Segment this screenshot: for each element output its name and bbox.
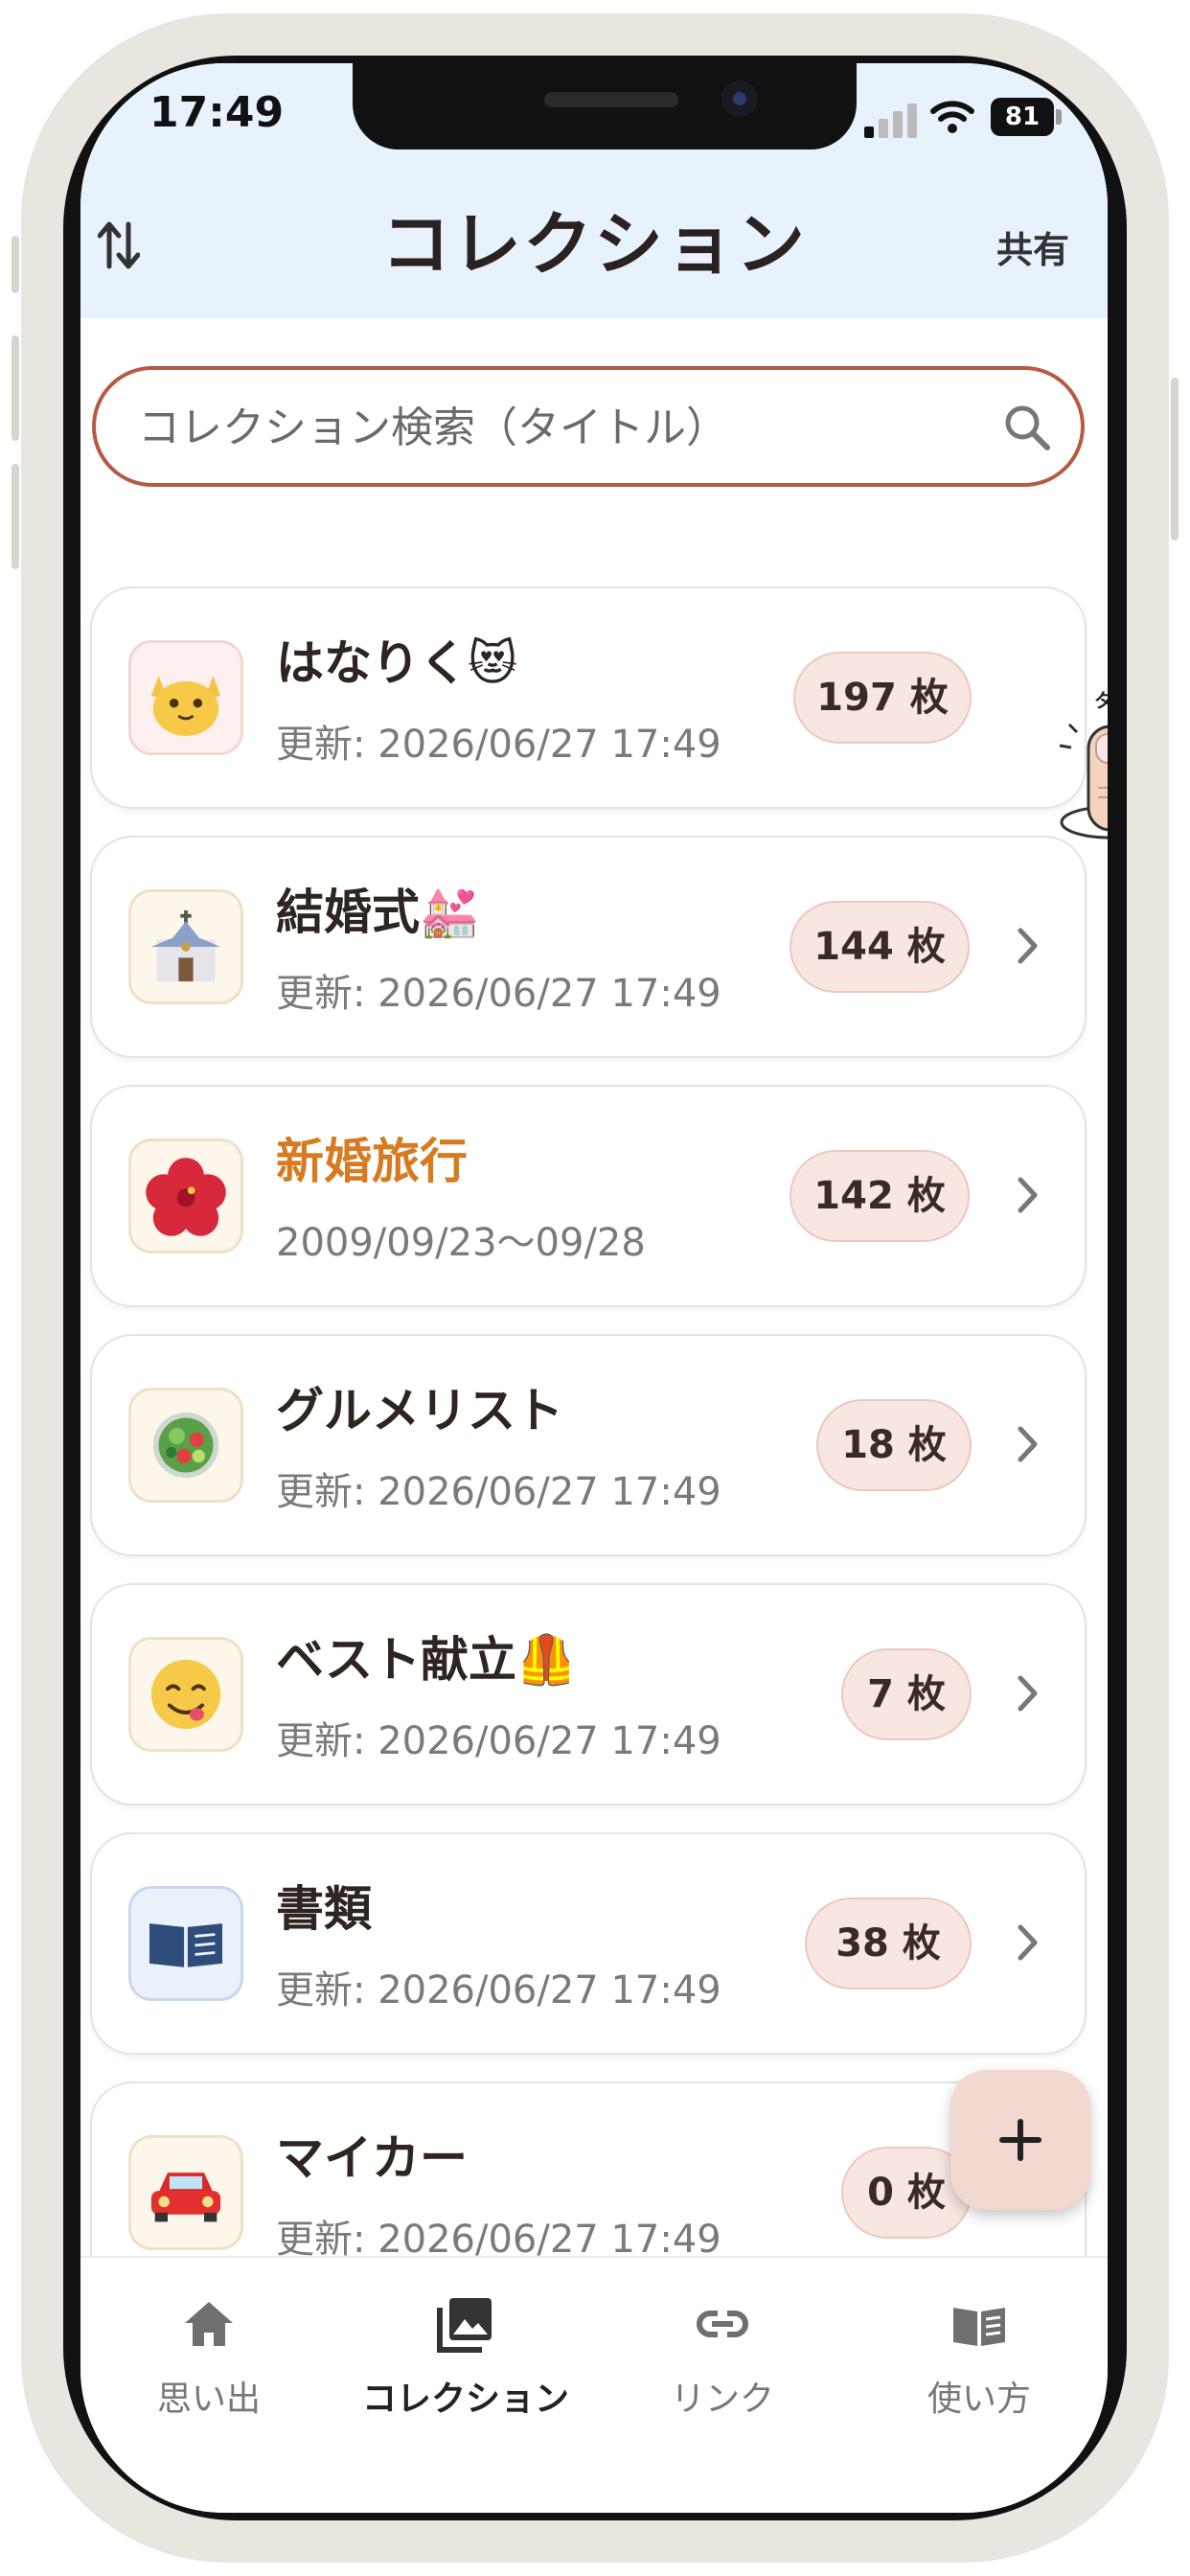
collection-name: 結婚式💒	[276, 885, 480, 940]
collection-date-range: 2009/09/23〜09/28	[276, 1221, 646, 1265]
bottom-navigation: 思い出 コレクション リンク 使い方	[80, 2256, 1108, 2513]
collection-name: マイカー	[276, 2130, 468, 2186]
collection-name: ベスト献立🦺	[276, 1632, 577, 1688]
collection-name: 新婚旅行	[276, 1134, 468, 1189]
chevron-right-icon	[1018, 1924, 1038, 1961]
collection-card[interactable]: ベスト献立🦺 更新: 2026/06/27 17:49 7 枚	[90, 1583, 1087, 1806]
wifi-icon	[930, 101, 974, 133]
volume-down-button	[11, 464, 19, 569]
home-icon	[185, 2302, 233, 2346]
photo-count-badge: 144 枚	[790, 901, 970, 993]
volume-up-button	[11, 335, 19, 441]
tab-collection[interactable]: コレクション	[337, 2294, 594, 2421]
collection-updated: 更新: 2026/06/27 17:49	[276, 1719, 721, 1763]
photo-library-icon	[437, 2298, 492, 2353]
tap-hint-label: タップ	[1094, 689, 1108, 712]
link-icon	[697, 2311, 748, 2337]
photo-count-badge: 142 枚	[790, 1150, 970, 1242]
salad-icon	[128, 1388, 243, 1503]
collection-updated: 更新: 2026/06/27 17:49	[276, 972, 721, 1016]
notch	[353, 63, 857, 150]
collection-name: はなりく😻	[276, 635, 518, 691]
book-open-icon	[953, 2308, 1005, 2346]
tab-label: コレクション	[361, 2380, 569, 2419]
battery-icon: 81	[991, 98, 1054, 136]
search-input[interactable]	[136, 370, 983, 485]
collection-updated: 更新: 2026/06/27 17:49	[276, 723, 721, 767]
battery-tip	[1056, 109, 1062, 125]
tab-label: 思い出	[156, 2380, 261, 2419]
cellular-signal-icon	[864, 102, 918, 138]
page-title: コレクション	[380, 204, 807, 285]
hibiscus-icon	[128, 1138, 243, 1254]
cat-face-icon	[128, 640, 243, 755]
camera	[721, 80, 758, 117]
tab-label: リンク	[670, 2380, 774, 2419]
photo-count-badge: 18 枚	[816, 1399, 972, 1491]
church-icon	[128, 889, 243, 1004]
search-bar[interactable]	[92, 366, 1085, 487]
tab-how-to-use[interactable]: 使い方	[851, 2294, 1108, 2421]
power-button	[1171, 378, 1179, 540]
chevron-right-icon	[1018, 1177, 1038, 1213]
photo-count-badge: 197 枚	[793, 652, 972, 744]
yum-face-icon	[128, 1637, 243, 1752]
photo-count-badge: 38 枚	[805, 1898, 972, 1990]
book-icon	[128, 1886, 243, 2001]
status-time: 17:49	[149, 88, 285, 137]
chevron-right-icon	[1018, 928, 1038, 964]
add-collection-button[interactable]	[950, 2070, 1090, 2210]
collection-name: グルメリスト	[276, 1383, 563, 1438]
collection-card[interactable]: 結婚式💒 更新: 2026/06/27 17:49 144 枚	[90, 836, 1087, 1058]
chevron-right-icon	[1018, 1426, 1038, 1462]
car-icon	[128, 2135, 243, 2250]
share-button[interactable]: 共有	[996, 220, 1069, 273]
collection-card[interactable]: 書類 更新: 2026/06/27 17:49 38 枚	[90, 1832, 1087, 2055]
mute-switch	[11, 236, 19, 293]
app-screen: 17:49 81 コレクション 共有 コレクション検索（タイトル） はなりく😻 …	[80, 63, 1108, 2513]
tab-memories[interactable]: 思い出	[80, 2294, 337, 2421]
collection-updated: 更新: 2026/06/27 17:49	[276, 1968, 721, 2012]
collection-card[interactable]: はなりく😻 更新: 2026/06/27 17:49 197 枚	[90, 586, 1087, 809]
speaker	[544, 92, 678, 107]
collection-card[interactable]: 新婚旅行 2009/09/23〜09/28 142 枚	[90, 1085, 1087, 1307]
chevron-right-icon	[1018, 1675, 1038, 1712]
search-icon[interactable]	[1002, 402, 1052, 452]
tab-label: 使い方	[927, 2380, 1031, 2419]
collection-card[interactable]: グルメリスト 更新: 2026/06/27 17:49 18 枚	[90, 1334, 1087, 1556]
plus-icon	[999, 2119, 1041, 2161]
photo-count-badge: 7 枚	[841, 1648, 972, 1740]
collection-updated: 更新: 2026/06/27 17:49	[276, 1470, 721, 1514]
collection-name: 書類	[276, 1881, 372, 1937]
tab-link[interactable]: リンク	[594, 2294, 851, 2421]
tap-hint-icon: タップ	[1059, 689, 1108, 840]
